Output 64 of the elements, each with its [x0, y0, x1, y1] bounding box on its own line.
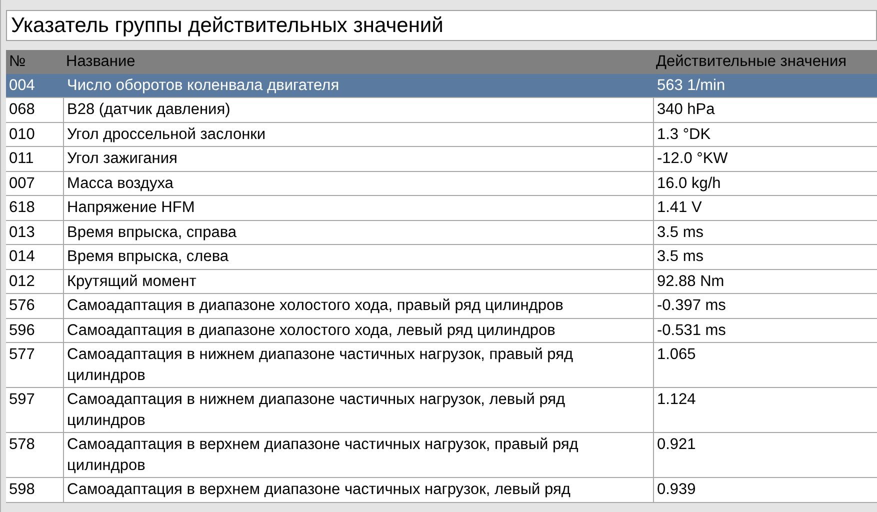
table-cell: 1.124 — [653, 388, 877, 432]
table-cell-text: 576 — [8, 296, 36, 316]
table-cell: Крутящий момент — [63, 270, 653, 293]
table-row[interactable]: 014 Время впрыска, слева 3.5 ms — [6, 245, 877, 270]
table-row[interactable]: 576 Самоадаптация в диапазоне холостого хода, правый ряд цилиндров -0.397 ms — [6, 294, 877, 318]
table-cell: Время впрыска, слева — [63, 245, 653, 268]
table-cell: -12.0 °KW — [653, 147, 877, 170]
table-cell-text: 598 — [8, 480, 36, 500]
table-cell: 3.5 ms — [653, 220, 877, 244]
table-row[interactable]: 010 Угол дроссельной заслонки 1.3 °DK — [6, 122, 877, 147]
table-cell: -0.397 ms — [653, 294, 877, 318]
table-cell-text: 618 — [8, 198, 36, 218]
table-cell-text: 068 — [8, 100, 36, 120]
table-row[interactable]: 068 B28 (датчик давления) 340 hPa — [6, 98, 877, 122]
table-cell: Масса воздуха — [63, 172, 653, 195]
table-cell: 1.41 V — [653, 196, 877, 220]
table-row[interactable]: 012 Крутящий момент 92.88 Nm — [6, 270, 877, 294]
table-row[interactable]: 013 Время впрыска, справа 3.5 ms — [6, 220, 877, 245]
table-cell-text: 010 — [8, 124, 36, 144]
table-row[interactable]: 004 Число оборотов коленвала двигателя 563 1/min — [6, 74, 877, 98]
table-cell: 3.5 ms — [653, 245, 877, 268]
table-cell: Самоадаптация в верхнем диапазоне частичных нагрузок, правый ряд цилиндров — [63, 433, 653, 477]
table-cell-text: 596 — [8, 320, 36, 340]
table-row[interactable]: 007 Масса воздуха 16.0 kg/h — [6, 172, 877, 196]
table-cell-text: 013 — [8, 222, 36, 242]
table-cell: Угол зажигания — [63, 147, 653, 170]
table-cell: Самоадаптация в верхнем диапазоне частичных нагрузок, левый ряд — [63, 478, 653, 502]
table-cell-text: 597 — [8, 390, 36, 410]
table-row[interactable]: 011 Угол зажигания -12.0 °KW — [6, 147, 877, 172]
column-header: Название — [65, 52, 136, 72]
table-cell-text: 012 — [8, 272, 36, 292]
table-cell: 16.0 kg/h — [653, 172, 877, 195]
table-cell: 563 1/min — [653, 74, 877, 97]
table-cell: 340 hPa — [653, 98, 877, 122]
table-cell-text: 007 — [8, 174, 36, 194]
table-cell-text: 014 — [8, 247, 36, 267]
table-cell: -0.531 ms — [653, 318, 877, 342]
table-cell: Угол дроссельной заслонки — [63, 122, 653, 146]
column-header: Действительные значения — [655, 52, 848, 72]
table-cell: Самоадаптация в нижнем диапазоне частичных нагрузок, левый ряд цилиндров — [63, 388, 653, 432]
table-row[interactable]: 596 Самоадаптация в диапазоне холостого хода, левый ряд цилиндров -0.531 ms — [6, 318, 877, 343]
table-cell: 92.88 Nm — [653, 270, 877, 293]
window-title: Указатель группы действительных значений — [6, 10, 877, 41]
table-row[interactable]: 598 Самоадаптация в верхнем диапазоне частичных нагрузок, левый ряд 0.939 — [6, 478, 877, 502]
table-row[interactable]: 618 Напряжение HFM 1.41 V — [6, 196, 877, 220]
table-cell: Время впрыска, справа — [63, 220, 653, 244]
table-cell: 1.065 — [653, 343, 877, 387]
table-cell: 0.939 — [653, 478, 877, 502]
table-cell: Самоадаптация в нижнем диапазоне частичных нагрузок, правый ряд цилиндров — [63, 343, 653, 387]
table-row[interactable]: 577 Самоадаптация в нижнем диапазоне частичных нагрузок, правый ряд цилиндров 1.065 — [6, 343, 877, 388]
table-cell: Самоадаптация в диапазоне холостого хода, левый ряд цилиндров — [63, 318, 653, 342]
table-row[interactable]: 597 Самоадаптация в нижнем диапазоне частичных нагрузок, левый ряд цилиндров 1.124 — [6, 388, 877, 433]
table-cell: B28 (датчик давления) — [63, 98, 653, 122]
table-cell: Напряжение HFM — [63, 196, 653, 220]
table-cell-text: 004 — [8, 76, 36, 96]
column-header: № — [8, 52, 27, 72]
table-cell: 0.921 — [653, 433, 877, 477]
table-cell-text: 011 — [8, 149, 35, 169]
table-row[interactable]: 578 Самоадаптация в верхнем диапазоне частичных нагрузок, правый ряд цилиндров 0.921 — [6, 433, 877, 478]
table-cell-text: 577 — [8, 345, 36, 365]
table-cell: Число оборотов коленвала двигателя — [63, 74, 653, 97]
table-cell: Самоадаптация в диапазоне холостого хода, правый ряд цилиндров — [63, 294, 653, 318]
table-cell-text: 578 — [8, 435, 36, 455]
table-cell: 1.3 °DK — [653, 122, 877, 146]
